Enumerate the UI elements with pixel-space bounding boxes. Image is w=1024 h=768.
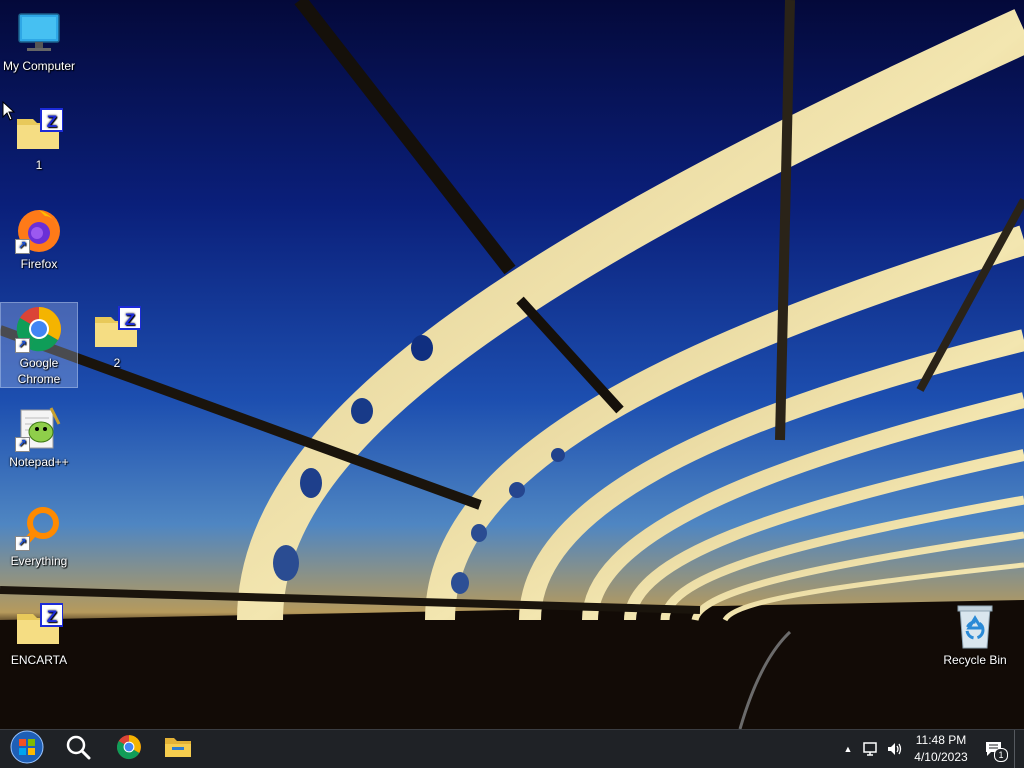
desktop-icon-label: 2 (113, 356, 121, 370)
notification-icon: 1 (985, 741, 1008, 762)
desktop-icon-label: Google Chrome (17, 356, 61, 386)
notification-count-badge: 1 (994, 748, 1008, 762)
network-icon[interactable] (862, 740, 880, 758)
desktop-icon-google-chrome[interactable]: ↗ Google Chrome (0, 302, 78, 388)
folder-icon (164, 735, 192, 764)
show-desktop-button[interactable] (1014, 730, 1024, 768)
start-button[interactable] (4, 730, 50, 768)
shortcut-arrow-icon: ↗ (15, 239, 30, 254)
taskbar: ▲ 11:48 PM 4/10/2023 1 (0, 729, 1024, 768)
recycle-bin-icon (951, 602, 999, 650)
folder-archive-icon: Z (15, 107, 64, 155)
clock-date: 4/10/2023 (914, 750, 968, 764)
search-button[interactable] (56, 730, 100, 768)
desktop-icon-folder-2[interactable]: Z 2 (78, 301, 156, 371)
desktop-icon-encarta[interactable]: Z ENCARTA (0, 598, 78, 668)
desktop-icon-label: 1 (35, 158, 43, 172)
everything-search-icon: ↗ (15, 503, 63, 551)
desktop-icon-label: Recycle Bin (943, 653, 1007, 667)
svg-text:Z: Z (125, 310, 135, 329)
shortcut-arrow-icon: ↗ (15, 437, 30, 452)
action-center-button[interactable]: 1 (983, 740, 1008, 762)
folder-archive-icon: Z (15, 602, 64, 650)
taskbar-file-explorer[interactable] (156, 730, 200, 768)
mouse-cursor-icon (2, 100, 16, 126)
windows-logo-icon (10, 730, 44, 768)
clock-time: 11:48 PM (915, 733, 967, 747)
chrome-icon: ↗ (15, 305, 63, 353)
firefox-icon: ↗ (15, 206, 63, 254)
shortcut-arrow-icon: ↗ (15, 536, 30, 551)
tray-clock[interactable]: 11:48 PM 4/10/2023 (908, 732, 974, 766)
desktop-icon-label: Firefox (20, 257, 58, 271)
desktop-icon-notepad-plus-plus[interactable]: ↗ Notepad++ (0, 400, 78, 470)
chrome-icon (116, 734, 142, 765)
tray-overflow-button[interactable]: ▲ (839, 740, 857, 758)
svg-text:Z: Z (47, 607, 57, 626)
monitor-icon (15, 8, 63, 56)
search-icon (65, 734, 91, 765)
folder-archive-icon: Z (93, 305, 142, 353)
desktop-icon-my-computer[interactable]: My Computer (0, 4, 78, 74)
desktop-icon-label: ENCARTA (10, 653, 68, 667)
desktop-icon-firefox[interactable]: ↗ Firefox (0, 202, 78, 272)
volume-icon[interactable] (886, 740, 904, 758)
shortcut-arrow-icon: ↗ (15, 338, 30, 353)
desktop-icon-recycle-bin[interactable]: Recycle Bin (936, 598, 1014, 668)
taskbar-google-chrome[interactable] (107, 730, 151, 768)
svg-text:Z: Z (47, 112, 57, 131)
desktop-icon-label: Everything (10, 554, 68, 568)
desktop-icon-everything[interactable]: ↗ Everything (0, 499, 78, 569)
desktop-icon-label: Notepad++ (9, 455, 69, 469)
chevron-up-icon: ▲ (843, 744, 853, 754)
notepad-plus-plus-icon: ↗ (15, 404, 63, 452)
desktop-icon-label: My Computer (2, 59, 76, 73)
